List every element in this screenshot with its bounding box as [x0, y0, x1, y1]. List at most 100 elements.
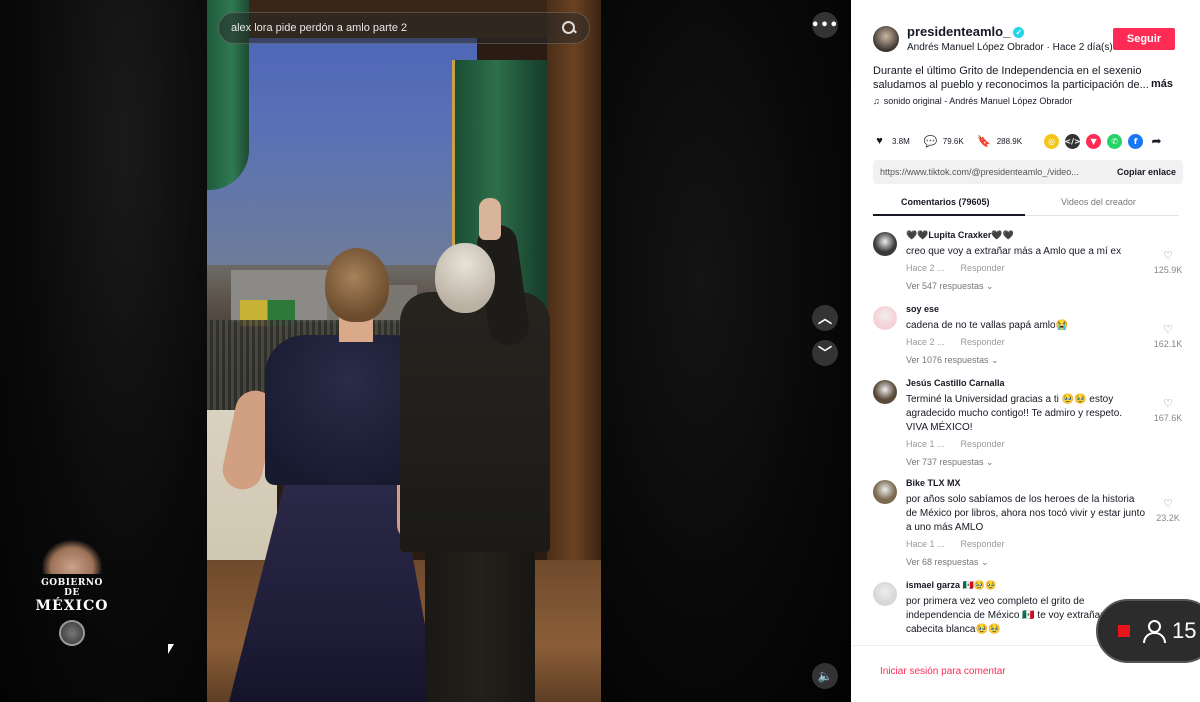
save-button[interactable]: 🔖 288.9K [977, 135, 1023, 148]
national-seal-icon [59, 620, 85, 646]
comment-like-button[interactable]: ♡ 167.6K [1148, 394, 1188, 423]
reply-button[interactable]: Responder [961, 539, 1005, 549]
share-whatsapp-icon[interactable]: ✆ [1107, 133, 1123, 149]
comment-like-button[interactable]: ♡ 162.1K [1148, 320, 1188, 349]
tab-creator-videos[interactable]: Videos del creador [1061, 197, 1136, 207]
share-link-url[interactable]: https://www.tiktok.com/@presidenteamlo_/… [880, 167, 1117, 177]
government-logo: GOBIERNO DE MÉXICO [32, 540, 112, 646]
video-scene-person [479, 198, 501, 240]
recording-indicator-icon [1118, 625, 1130, 637]
commenter-avatar[interactable] [873, 480, 897, 504]
share-send-icon[interactable]: ▼ [1086, 133, 1102, 149]
actions-row: ♥ 3.8M 💬 79.6K 🔖 288.9K ◎ </> ▼ ✆ f ➦ [873, 132, 1183, 150]
view-replies-button[interactable]: Ver 547 respuestas ⌄ [906, 281, 994, 292]
viewer-count: 15 [1172, 618, 1197, 643]
follow-button[interactable]: Seguir [1113, 28, 1175, 50]
next-video-button[interactable]: ﹀ [812, 340, 838, 366]
comment-like-count: 125.9K [1153, 265, 1183, 275]
comment-time: Hace 2 ... [906, 263, 945, 273]
comment-like-count: 23.2K [1156, 513, 1180, 523]
government-logo-line2: MÉXICO [35, 598, 109, 614]
heart-icon: ♥ [876, 135, 883, 147]
commenter-name[interactable]: Bike TLX MX [906, 478, 961, 488]
share-friends-icon[interactable]: ◎ [1044, 133, 1060, 149]
government-logo-line1: GOBIERNO DE [41, 578, 103, 598]
commenter-name[interactable]: soy ese [906, 304, 939, 314]
comment-meta: Hace 1 ... Responder [906, 439, 1005, 449]
live-viewers-pill[interactable]: 15 [1096, 599, 1200, 663]
author-avatar[interactable] [873, 26, 899, 52]
comment-time: Hace 2 ... [906, 337, 945, 347]
bookmark-icon: 🔖 [977, 135, 992, 148]
search-input[interactable] [231, 22, 561, 34]
heart-outline-icon: ♡ [1163, 324, 1173, 336]
share-facebook-icon[interactable]: f [1128, 133, 1144, 149]
save-count: 288.9K [996, 136, 1023, 146]
reply-button[interactable]: Responder [961, 337, 1005, 347]
commenter-avatar[interactable] [873, 306, 897, 330]
view-replies-button[interactable]: Ver 68 respuestas ⌄ [906, 557, 989, 568]
heart-outline-icon: ♡ [1163, 398, 1173, 410]
comment-text: por años solo sabíamos de los heroes de … [906, 494, 1145, 533]
share-share-arrow-icon[interactable]: ➦ [1149, 134, 1164, 149]
music-link[interactable]: ♫ sonido original - Andrés Manuel López O… [873, 96, 1072, 106]
comment-text: Terminé la Universidad gracias a ti 🥹🥹 e… [906, 394, 1123, 433]
commenter-name[interactable]: Jesús Castillo Carnalla [906, 378, 1005, 388]
music-title[interactable]: sonido original - Andrés Manuel López Ob… [884, 96, 1073, 106]
share-embed-icon[interactable]: </> [1064, 133, 1081, 149]
commenter-avatar[interactable] [873, 232, 897, 256]
comment-like-button[interactable]: ♡ 125.9K [1148, 246, 1188, 275]
comment-time: Hace 1 ... [906, 439, 945, 449]
commenter-avatar[interactable] [873, 380, 897, 404]
comment-button[interactable]: 💬 79.6K [923, 135, 964, 148]
volume-button[interactable]: 🔈 [812, 663, 838, 689]
heart-outline-icon: ♡ [1163, 498, 1173, 510]
view-replies-button[interactable]: Ver 1076 respuestas ⌄ [906, 355, 999, 366]
post-description: Durante el último Grito de Independencia… [873, 65, 1149, 91]
comment-text: cadena de no te vallas papá amlo😭 [906, 320, 1069, 331]
comment-like-button[interactable]: ♡ 23.2K [1148, 494, 1188, 523]
reply-button[interactable]: Responder [961, 439, 1005, 449]
commenter-name[interactable]: ismael garza 🇲🇽🥹🥹 [906, 580, 996, 591]
heart-outline-icon: ♡ [1163, 250, 1173, 262]
author-username-text[interactable]: presidenteamlo_ [907, 24, 1010, 39]
comment-meta: Hace 2 ... Responder [906, 263, 1005, 273]
video-scene-person [325, 248, 389, 322]
video-area: ••• ︿ ﹀ 🔈 GOBIERNO DE MÉXICO [0, 0, 851, 702]
like-button[interactable]: ♥ 3.8M [873, 135, 910, 147]
search-icon[interactable] [561, 20, 577, 36]
video-scene-person [425, 540, 535, 702]
details-panel: presidenteamlo_ ✓ Andrés Manuel López Obr… [851, 0, 1200, 702]
chevron-down-icon: ﹀ [818, 346, 832, 362]
like-count: 3.8M [892, 136, 910, 146]
comment-like-count: 162.1K [1153, 339, 1183, 349]
tab-comments[interactable]: Comentarios (79605) [901, 197, 990, 207]
comment-text: creo que voy a extrañar más a Amlo que a… [906, 246, 1122, 257]
commenter-name[interactable]: 🖤🖤Lupita Craxker🖤🖤 [906, 230, 1014, 241]
author-username[interactable]: presidenteamlo_ ✓ [907, 24, 1025, 39]
music-note-icon: ♫ [873, 96, 880, 106]
comment-time: Hace 1 ... [906, 539, 945, 549]
search-bar[interactable] [218, 12, 590, 44]
chevron-up-icon: ︿ [818, 311, 832, 327]
video-player[interactable] [207, 0, 601, 702]
commenter-avatar[interactable] [873, 582, 897, 606]
previous-video-button[interactable]: ︿ [812, 305, 838, 331]
panel-tabs: Comentarios (79605) Videos del creador [873, 192, 1179, 216]
author-subtitle: Andrés Manuel López Obrador · Hace 2 día… [907, 42, 1113, 53]
share-link-row: https://www.tiktok.com/@presidenteamlo_/… [873, 160, 1183, 184]
video-scene-person [435, 243, 495, 313]
volume-icon: 🔈 [817, 669, 833, 683]
comment-icon: 💬 [923, 135, 938, 148]
more-options-button[interactable]: ••• [811, 12, 838, 38]
comment-meta: Hace 1 ... Responder [906, 539, 1005, 549]
description-more-link[interactable]: más [1151, 78, 1173, 90]
share-icons: ◎ </> ▼ ✆ f ➦ [1038, 133, 1164, 149]
reply-button[interactable]: Responder [961, 263, 1005, 273]
comment-like-count: 167.6K [1153, 413, 1183, 423]
login-to-comment-link[interactable]: Iniciar sesión para comentar [880, 666, 1006, 677]
comment-count: 79.6K [942, 136, 964, 146]
view-replies-button[interactable]: Ver 737 respuestas ⌄ [906, 457, 994, 468]
copy-link-button[interactable]: Copiar enlace [1117, 167, 1176, 177]
viewer-icon [1140, 618, 1166, 644]
